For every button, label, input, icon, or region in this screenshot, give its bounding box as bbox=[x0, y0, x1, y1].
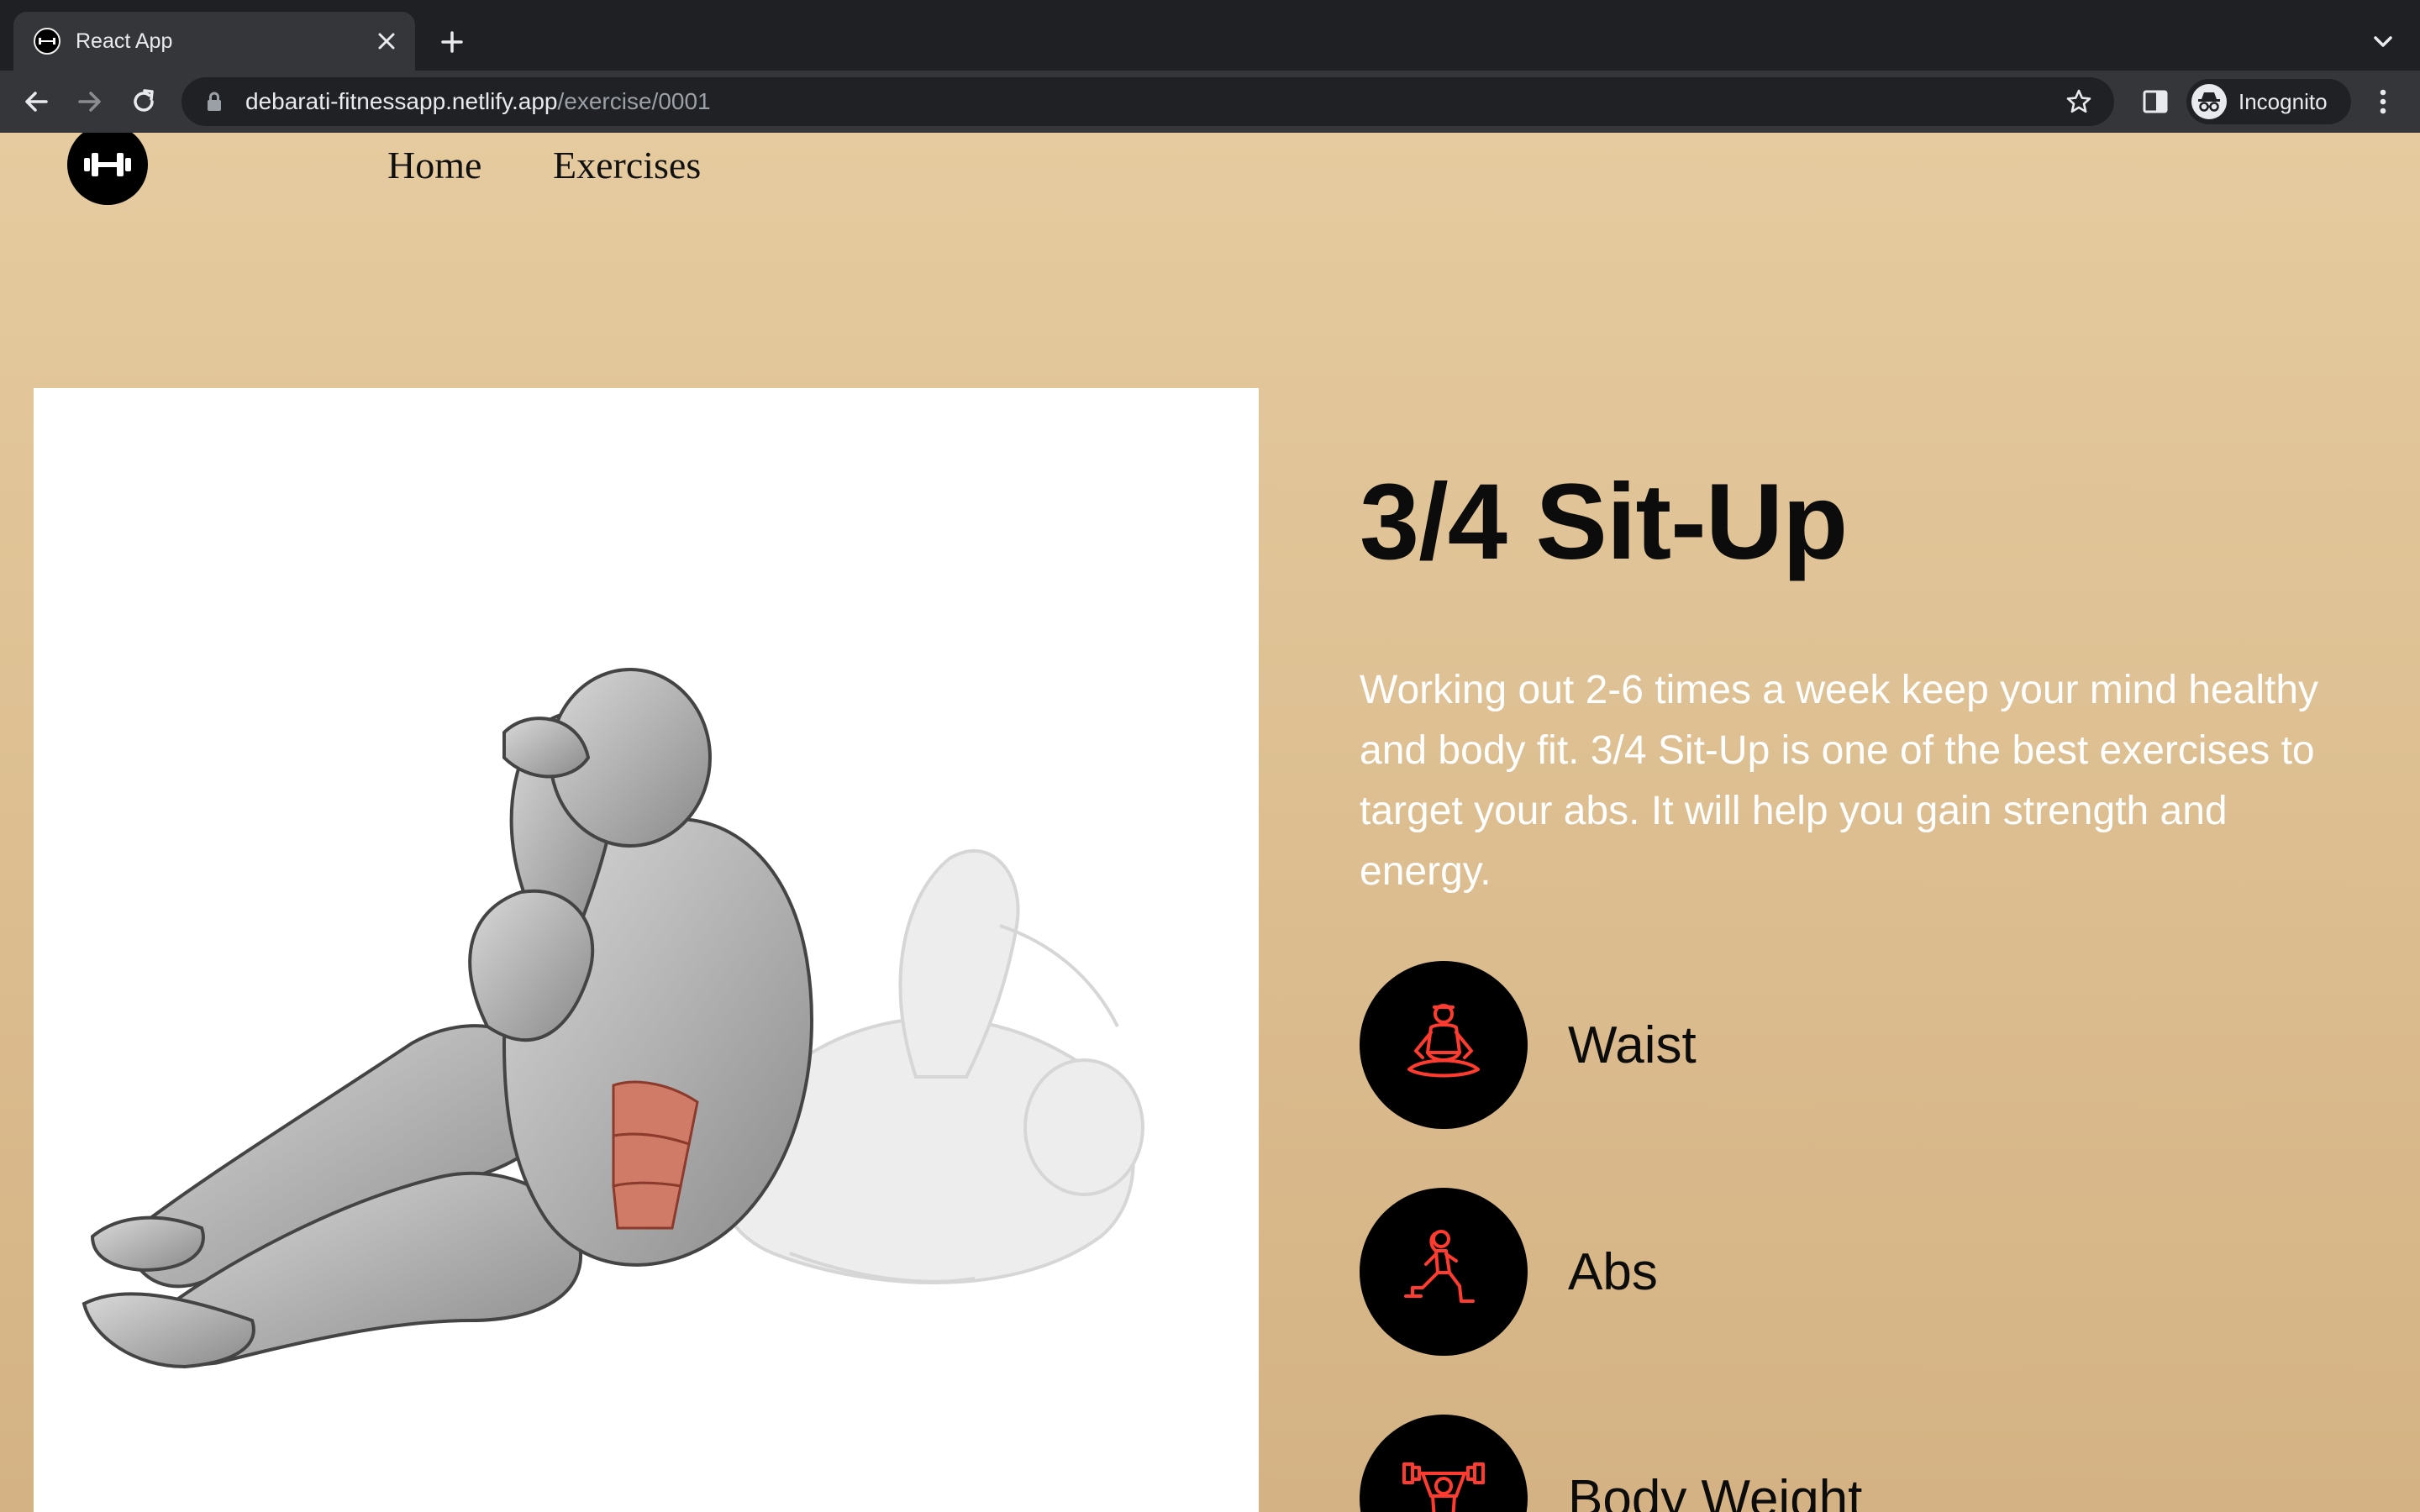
lunge-icon bbox=[1360, 1188, 1528, 1356]
tab-strip: React App bbox=[0, 0, 2420, 71]
browser-toolbar: debarati-fitnessapp.netlify.app/exercise… bbox=[0, 71, 2420, 133]
detail-item-waist: Waist bbox=[1360, 961, 1697, 1129]
new-tab-icon[interactable] bbox=[434, 24, 471, 60]
bookmark-star-icon[interactable] bbox=[2062, 85, 2096, 118]
incognito-label: Incognito bbox=[2238, 88, 2328, 114]
nav-exercises-link[interactable]: Exercises bbox=[553, 143, 701, 187]
detail-label: Body Weight bbox=[1568, 1469, 1863, 1512]
close-tab-icon[interactable] bbox=[370, 24, 403, 58]
address-bar[interactable]: debarati-fitnessapp.netlify.app/exercise… bbox=[182, 77, 2114, 126]
nav-home-link[interactable]: Home bbox=[387, 143, 481, 187]
reload-icon[interactable] bbox=[124, 82, 163, 121]
kebab-menu-icon[interactable] bbox=[2366, 82, 2400, 121]
exercise-illustration bbox=[34, 388, 1259, 1512]
dumbbell-favicon-icon bbox=[34, 28, 60, 55]
meditation-icon bbox=[1360, 961, 1528, 1129]
page-viewport: Home Exercises 3/4 Sit-Up Working out 2-… bbox=[0, 133, 2420, 1512]
incognito-profile-button[interactable]: Incognito bbox=[2186, 79, 2351, 124]
exercise-title: 3/4 Sit-Up bbox=[1360, 462, 1848, 582]
detail-item-body-weight: Body Weight bbox=[1360, 1415, 1862, 1512]
url-text: debarati-fitnessapp.netlify.app/exercise… bbox=[245, 88, 711, 114]
detail-label: Waist bbox=[1568, 1016, 1697, 1074]
browser-tab[interactable]: React App bbox=[13, 12, 415, 71]
weightlifting-icon bbox=[1360, 1415, 1528, 1512]
incognito-icon bbox=[2191, 84, 2227, 119]
detail-item-abs: Abs bbox=[1360, 1188, 1658, 1356]
exercise-description: Working out 2-6 times a week keep your m… bbox=[1360, 668, 2319, 894]
chevron-down-icon[interactable] bbox=[2366, 25, 2400, 59]
dumbbell-logo-icon[interactable] bbox=[67, 133, 148, 205]
forward-arrow-icon[interactable] bbox=[71, 82, 109, 121]
detail-label: Abs bbox=[1568, 1242, 1658, 1301]
side-panel-icon[interactable] bbox=[2136, 82, 2175, 121]
tab-title: React App bbox=[76, 29, 173, 53]
lock-icon bbox=[203, 89, 225, 114]
back-arrow-icon[interactable] bbox=[17, 82, 55, 121]
